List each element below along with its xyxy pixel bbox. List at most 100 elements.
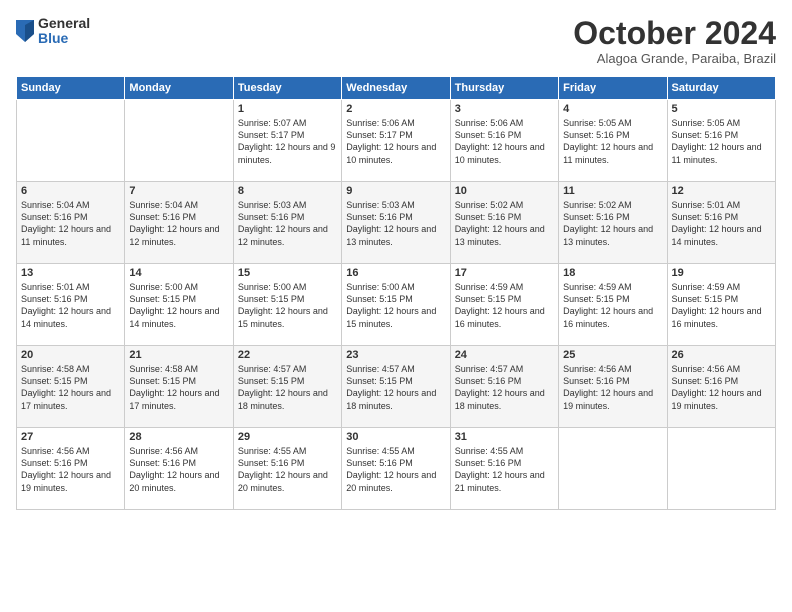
day-number: 26 (672, 349, 771, 361)
calendar-cell: 6 Sunrise: 5:04 AM Sunset: 5:16 PM Daylig… (17, 182, 125, 264)
day-number: 27 (21, 431, 120, 443)
calendar-cell: 2 Sunrise: 5:06 AM Sunset: 5:17 PM Daylig… (342, 100, 450, 182)
day-info: Sunrise: 5:04 AM Sunset: 5:16 PM Dayligh… (129, 199, 228, 248)
day-number: 18 (563, 267, 662, 279)
day-info: Sunrise: 5:03 AM Sunset: 5:16 PM Dayligh… (238, 199, 337, 248)
day-info: Sunrise: 4:56 AM Sunset: 5:16 PM Dayligh… (129, 445, 228, 494)
day-number: 1 (238, 103, 337, 115)
calendar-cell: 10Sunrise: 5:02 AM Sunset: 5:16 PM Dayli… (450, 182, 558, 264)
calendar-cell: 28 Sunrise: 4:56 AM Sunset: 5:16 PM Dayli… (125, 428, 233, 510)
logo-icon (16, 20, 34, 42)
calendar-cell (125, 100, 233, 182)
calendar-week-5: 27 Sunrise: 4:56 AM Sunset: 5:16 PM Dayli… (17, 428, 776, 510)
day-number: 25 (563, 349, 662, 361)
col-wednesday: Wednesday (342, 77, 450, 100)
col-sunday: Sunday (17, 77, 125, 100)
day-info: Sunrise: 4:56 AM Sunset: 5:16 PM Dayligh… (672, 363, 771, 412)
calendar-week-2: 6 Sunrise: 5:04 AM Sunset: 5:16 PM Daylig… (17, 182, 776, 264)
col-monday: Monday (125, 77, 233, 100)
day-number: 29 (238, 431, 337, 443)
day-number: 14 (129, 267, 228, 279)
day-info: Sunrise: 4:58 AM Sunset: 5:15 PM Dayligh… (21, 363, 120, 412)
day-info: Sunrise: 5:01 AM Sunset: 5:16 PM Dayligh… (672, 199, 771, 248)
col-tuesday: Tuesday (233, 77, 341, 100)
calendar-cell: 29 Sunrise: 4:55 AM Sunset: 5:16 PM Dayli… (233, 428, 341, 510)
day-number: 3 (455, 103, 554, 115)
day-info: Sunrise: 4:59 AM Sunset: 5:15 PM Dayligh… (563, 281, 662, 330)
day-number: 8 (238, 185, 337, 197)
calendar-cell: 17 Sunrise: 4:59 AM Sunset: 5:15 PM Dayli… (450, 264, 558, 346)
title-block: October 2024 Alagoa Grande, Paraiba, Bra… (573, 16, 776, 66)
calendar-cell: 13Sunrise: 5:01 AM Sunset: 5:16 PM Dayli… (17, 264, 125, 346)
day-info: Sunrise: 5:04 AM Sunset: 5:16 PM Dayligh… (21, 199, 120, 248)
calendar-cell: 7 Sunrise: 5:04 AM Sunset: 5:16 PM Daylig… (125, 182, 233, 264)
day-number: 5 (672, 103, 771, 115)
day-info: Sunrise: 5:00 AM Sunset: 5:15 PM Dayligh… (238, 281, 337, 330)
day-number: 21 (129, 349, 228, 361)
calendar-cell: 11Sunrise: 5:02 AM Sunset: 5:16 PM Dayli… (559, 182, 667, 264)
day-info: Sunrise: 4:55 AM Sunset: 5:16 PM Dayligh… (455, 445, 554, 494)
day-number: 13 (21, 267, 120, 279)
calendar-header-row: Sunday Monday Tuesday Wednesday Thursday… (17, 77, 776, 100)
day-info: Sunrise: 4:59 AM Sunset: 5:15 PM Dayligh… (455, 281, 554, 330)
col-saturday: Saturday (667, 77, 775, 100)
day-number: 20 (21, 349, 120, 361)
day-number: 17 (455, 267, 554, 279)
calendar-cell: 9 Sunrise: 5:03 AM Sunset: 5:16 PM Daylig… (342, 182, 450, 264)
day-number: 9 (346, 185, 445, 197)
location-subtitle: Alagoa Grande, Paraiba, Brazil (573, 51, 776, 66)
day-info: Sunrise: 4:58 AM Sunset: 5:15 PM Dayligh… (129, 363, 228, 412)
logo: General Blue (16, 16, 90, 47)
page-header: General Blue October 2024 Alagoa Grande,… (16, 16, 776, 66)
day-info: Sunrise: 4:55 AM Sunset: 5:16 PM Dayligh… (238, 445, 337, 494)
calendar-cell: 23Sunrise: 4:57 AM Sunset: 5:15 PM Dayli… (342, 346, 450, 428)
day-info: Sunrise: 5:02 AM Sunset: 5:16 PM Dayligh… (455, 199, 554, 248)
calendar-cell: 12Sunrise: 5:01 AM Sunset: 5:16 PM Dayli… (667, 182, 775, 264)
calendar-cell: 1Sunrise: 5:07 AM Sunset: 5:17 PM Daylig… (233, 100, 341, 182)
day-info: Sunrise: 5:03 AM Sunset: 5:16 PM Dayligh… (346, 199, 445, 248)
day-number: 2 (346, 103, 445, 115)
day-info: Sunrise: 5:06 AM Sunset: 5:16 PM Dayligh… (455, 117, 554, 166)
logo-blue: Blue (38, 31, 90, 46)
calendar-cell: 4 Sunrise: 5:05 AM Sunset: 5:16 PM Daylig… (559, 100, 667, 182)
calendar-cell: 30Sunrise: 4:55 AM Sunset: 5:16 PM Dayli… (342, 428, 450, 510)
day-number: 4 (563, 103, 662, 115)
day-info: Sunrise: 4:56 AM Sunset: 5:16 PM Dayligh… (21, 445, 120, 494)
day-number: 28 (129, 431, 228, 443)
calendar-cell: 18 Sunrise: 4:59 AM Sunset: 5:15 PM Dayli… (559, 264, 667, 346)
calendar-cell: 24Sunrise: 4:57 AM Sunset: 5:16 PM Dayli… (450, 346, 558, 428)
calendar-cell: 20 Sunrise: 4:58 AM Sunset: 5:15 PM Dayli… (17, 346, 125, 428)
month-title: October 2024 (573, 16, 776, 51)
calendar-cell: 22Sunrise: 4:57 AM Sunset: 5:15 PM Dayli… (233, 346, 341, 428)
day-info: Sunrise: 4:59 AM Sunset: 5:15 PM Dayligh… (672, 281, 771, 330)
calendar-cell: 19 Sunrise: 4:59 AM Sunset: 5:15 PM Dayli… (667, 264, 775, 346)
day-info: Sunrise: 5:05 AM Sunset: 5:16 PM Dayligh… (563, 117, 662, 166)
day-info: Sunrise: 5:02 AM Sunset: 5:16 PM Dayligh… (563, 199, 662, 248)
calendar-cell (559, 428, 667, 510)
calendar-cell (17, 100, 125, 182)
day-info: Sunrise: 5:00 AM Sunset: 5:15 PM Dayligh… (346, 281, 445, 330)
day-number: 7 (129, 185, 228, 197)
calendar-week-4: 20 Sunrise: 4:58 AM Sunset: 5:15 PM Dayli… (17, 346, 776, 428)
day-number: 22 (238, 349, 337, 361)
calendar-cell: 21 Sunrise: 4:58 AM Sunset: 5:15 PM Dayli… (125, 346, 233, 428)
col-friday: Friday (559, 77, 667, 100)
calendar-cell: 26 Sunrise: 4:56 AM Sunset: 5:16 PM Dayli… (667, 346, 775, 428)
day-number: 6 (21, 185, 120, 197)
day-number: 19 (672, 267, 771, 279)
day-info: Sunrise: 5:06 AM Sunset: 5:17 PM Dayligh… (346, 117, 445, 166)
day-info: Sunrise: 5:05 AM Sunset: 5:16 PM Dayligh… (672, 117, 771, 166)
day-number: 23 (346, 349, 445, 361)
calendar-cell: 15 Sunrise: 5:00 AM Sunset: 5:15 PM Dayli… (233, 264, 341, 346)
day-info: Sunrise: 4:56 AM Sunset: 5:16 PM Dayligh… (563, 363, 662, 412)
day-number: 16 (346, 267, 445, 279)
calendar-week-3: 13Sunrise: 5:01 AM Sunset: 5:16 PM Dayli… (17, 264, 776, 346)
day-info: Sunrise: 4:57 AM Sunset: 5:16 PM Dayligh… (455, 363, 554, 412)
col-thursday: Thursday (450, 77, 558, 100)
day-number: 15 (238, 267, 337, 279)
calendar-cell: 16 Sunrise: 5:00 AM Sunset: 5:15 PM Dayli… (342, 264, 450, 346)
day-info: Sunrise: 4:55 AM Sunset: 5:16 PM Dayligh… (346, 445, 445, 494)
calendar-table: Sunday Monday Tuesday Wednesday Thursday… (16, 76, 776, 510)
day-info: Sunrise: 5:00 AM Sunset: 5:15 PM Dayligh… (129, 281, 228, 330)
calendar-cell: 8 Sunrise: 5:03 AM Sunset: 5:16 PM Daylig… (233, 182, 341, 264)
